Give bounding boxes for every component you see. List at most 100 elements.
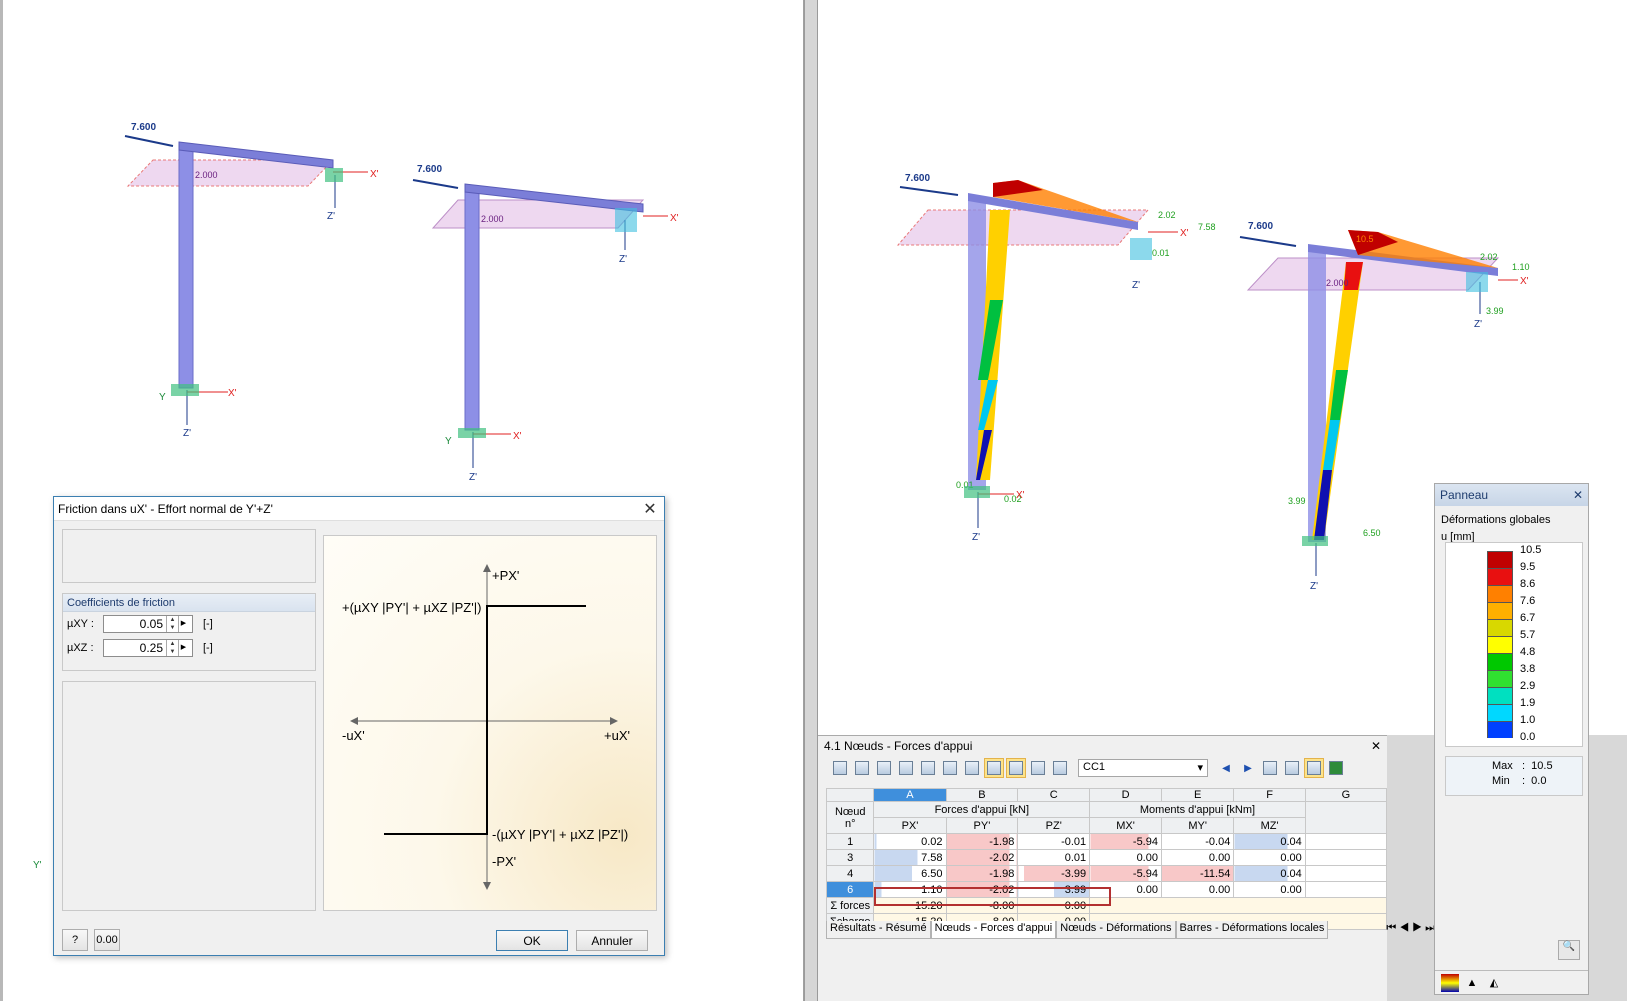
diagram-right-axis: +uX' bbox=[604, 728, 630, 743]
cell-pz[interactable]: 3.99 bbox=[1017, 881, 1091, 898]
result-top-c-2: 3.99 bbox=[1486, 306, 1504, 316]
cell-mx[interactable]: 0.00 bbox=[1089, 849, 1162, 866]
cell-py[interactable]: -1.98 bbox=[945, 865, 1019, 882]
sum-forces-px[interactable]: 15.20 bbox=[873, 897, 947, 914]
load-case-select[interactable]: CC1 ▾ bbox=[1078, 759, 1208, 777]
toolbar-results-icon[interactable] bbox=[984, 758, 1004, 778]
next-arrow-icon[interactable]: ▶ bbox=[1238, 758, 1258, 778]
cell-g[interactable] bbox=[1304, 865, 1388, 882]
cell-mz[interactable]: 0.00 bbox=[1233, 849, 1306, 866]
table-close-icon[interactable]: ✕ bbox=[1371, 739, 1381, 753]
table-tabs: Résultats - Résumé Nœuds - Forces d'appu… bbox=[826, 921, 1438, 939]
toolbar-next-table-icon[interactable] bbox=[962, 758, 982, 778]
axis-z-base-3: Z' bbox=[972, 532, 980, 543]
axis-z-base-2: Z' bbox=[469, 472, 477, 483]
toolbar-prev-table-icon[interactable] bbox=[940, 758, 960, 778]
toolbar-edit-icon[interactable] bbox=[1050, 758, 1070, 778]
cell-py[interactable]: -1.98 bbox=[945, 833, 1019, 850]
toolbar-filter-icon[interactable] bbox=[852, 758, 872, 778]
col-c[interactable]: C bbox=[1017, 788, 1091, 802]
cell-py[interactable]: -2.02 bbox=[945, 849, 1019, 866]
toolbar-columns-icon[interactable] bbox=[896, 758, 916, 778]
cancel-button[interactable]: Annuler bbox=[576, 930, 648, 951]
axis-x-1: X' bbox=[370, 169, 379, 180]
mu-xz-arrow-icon[interactable]: ▶ bbox=[178, 640, 188, 656]
model-icon[interactable]: ▲ bbox=[1463, 974, 1481, 992]
diagram-bottom-axis: -PX' bbox=[492, 854, 516, 869]
tab-member-local-deformations[interactable]: Barres - Déformations locales bbox=[1175, 921, 1329, 939]
cell-my[interactable]: 0.00 bbox=[1160, 849, 1235, 866]
help-icon[interactable]: ? bbox=[62, 929, 88, 951]
tab-node-deformations[interactable]: Nœuds - Déformations bbox=[1056, 921, 1176, 939]
ok-button[interactable]: OK bbox=[496, 930, 568, 951]
sum-forces-pz[interactable]: 0.00 bbox=[1017, 897, 1091, 914]
dialog-close-icon[interactable]: ✕ bbox=[636, 498, 664, 520]
cell-mx[interactable]: -5.94 bbox=[1089, 865, 1162, 882]
view-splitter[interactable] bbox=[804, 0, 818, 1001]
toolbar-sort-icon[interactable] bbox=[874, 758, 894, 778]
table-row[interactable]: 6 1.10 -2.02 3.99 0.00 0.00 0.00 bbox=[825, 881, 1388, 898]
table-toolbar: CC1 ▾ ◀ ▶ bbox=[818, 756, 1387, 780]
cell-mz[interactable]: 0.00 bbox=[1233, 881, 1306, 898]
axis-x-base-1: X' bbox=[228, 388, 237, 399]
mu-xy-spinner[interactable]: ▲▼ ▶ bbox=[103, 615, 193, 633]
col-g[interactable]: G bbox=[1304, 788, 1388, 802]
cell-py[interactable]: -2.02 bbox=[945, 881, 1019, 898]
dialog-titlebar[interactable]: Friction dans uX' - Effort normal de Y'+… bbox=[54, 497, 664, 521]
col-b[interactable]: B bbox=[945, 788, 1019, 802]
cell-g[interactable] bbox=[1304, 849, 1388, 866]
cell-px[interactable]: 6.50 bbox=[873, 865, 947, 882]
cell-mx[interactable]: 0.00 bbox=[1089, 881, 1162, 898]
sum-forces-row[interactable]: Σ forces 15.20 -8.00 0.00 bbox=[825, 897, 1387, 914]
cell-px[interactable]: 1.10 bbox=[873, 881, 947, 898]
mu-xy-input[interactable] bbox=[104, 617, 166, 631]
toolbar-chart-icon[interactable] bbox=[918, 758, 938, 778]
cell-my[interactable]: 0.00 bbox=[1160, 881, 1235, 898]
table-row[interactable]: 3 7.58 -2.02 0.01 0.00 0.00 0.00 bbox=[825, 849, 1388, 866]
support-forces-table[interactable]: A B C D E F G Nœud n° Forces d'appui [kN]… bbox=[825, 788, 1388, 930]
table-row[interactable]: 4 6.50 -1.98 -3.99 -5.94 -11.54 0.04 bbox=[825, 865, 1388, 882]
cell-g[interactable] bbox=[1304, 833, 1388, 850]
sum-forces-py[interactable]: -8.00 bbox=[945, 897, 1019, 914]
tab-results-summary[interactable]: Résultats - Résumé bbox=[826, 921, 931, 939]
friction-dialog: Friction dans uX' - Effort normal de Y'+… bbox=[53, 496, 665, 956]
toolbar-grid-icon[interactable] bbox=[1028, 758, 1048, 778]
tab-scroll-icon[interactable]: ⏮ ◀ ▶ ⏭ bbox=[1328, 921, 1438, 939]
mu-xz-updown-icon[interactable]: ▲ ▼ bbox=[166, 640, 178, 656]
color-scale-icon[interactable] bbox=[1441, 973, 1459, 992]
zoom-icon[interactable]: 🔍 bbox=[1558, 940, 1580, 960]
toolbar-excel-icon[interactable] bbox=[1326, 758, 1346, 778]
chevron-down-icon: ▾ bbox=[1197, 762, 1203, 774]
cell-px[interactable]: 0.02 bbox=[873, 833, 947, 850]
filter-icon[interactable]: ◭ bbox=[1485, 974, 1503, 992]
col-f[interactable]: F bbox=[1233, 788, 1306, 802]
mu-xz-spinner[interactable]: ▲▼ ▶ bbox=[103, 639, 193, 657]
decimals-icon[interactable]: 0.00 bbox=[94, 929, 120, 951]
cell-pz[interactable]: -0.01 bbox=[1017, 833, 1091, 850]
mu-xz-input[interactable] bbox=[104, 641, 166, 655]
toolbar-results2-icon[interactable] bbox=[1006, 758, 1026, 778]
cell-mz[interactable]: 0.04 bbox=[1233, 865, 1306, 882]
cell-mx[interactable]: -5.94 bbox=[1089, 833, 1162, 850]
col-e[interactable]: E bbox=[1160, 788, 1235, 802]
cell-my[interactable]: -11.54 bbox=[1160, 865, 1235, 882]
cell-g[interactable] bbox=[1304, 881, 1388, 898]
toolbar-filter2-icon[interactable] bbox=[1260, 758, 1280, 778]
cell-pz[interactable]: 0.01 bbox=[1017, 849, 1091, 866]
toolbar-settings-icon[interactable] bbox=[1304, 758, 1324, 778]
mu-xy-arrow-icon[interactable]: ▶ bbox=[178, 616, 188, 632]
col-d[interactable]: D bbox=[1089, 788, 1162, 802]
table-row[interactable]: 1 0.02 -1.98 -0.01 -5.94 -0.04 0.04 bbox=[825, 833, 1388, 850]
mu-xy-updown-icon[interactable]: ▲ ▼ bbox=[166, 616, 178, 632]
cell-pz[interactable]: -3.99 bbox=[1017, 865, 1091, 882]
toolbar-export-icon[interactable] bbox=[830, 758, 850, 778]
col-a[interactable]: A bbox=[873, 788, 947, 802]
cell-mz[interactable]: 0.04 bbox=[1233, 833, 1306, 850]
panel-close-icon[interactable]: ✕ bbox=[1573, 488, 1583, 502]
diagram-left-axis: -uX' bbox=[342, 728, 365, 743]
cell-my[interactable]: -0.04 bbox=[1160, 833, 1235, 850]
toolbar-search-icon[interactable] bbox=[1282, 758, 1302, 778]
cell-px[interactable]: 7.58 bbox=[873, 849, 947, 866]
prev-arrow-icon[interactable]: ◀ bbox=[1216, 758, 1236, 778]
tab-node-support-forces[interactable]: Nœuds - Forces d'appui bbox=[930, 921, 1057, 939]
